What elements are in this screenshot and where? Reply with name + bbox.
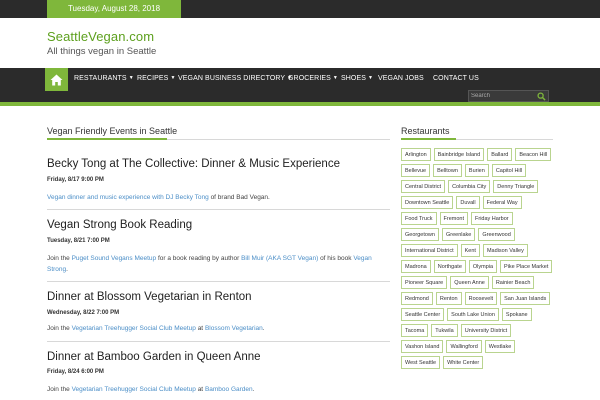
restaurant-tag[interactable]: Spokane xyxy=(501,308,532,321)
restaurant-tag[interactable]: Olympia xyxy=(468,260,498,273)
restaurant-tag[interactable]: Central District xyxy=(401,180,446,193)
restaurant-tag[interactable]: Rainier Beach xyxy=(491,276,535,289)
home-button[interactable] xyxy=(45,68,68,91)
event-description: Join the Vegetarian Treehugger Social Cl… xyxy=(47,386,255,393)
restaurant-tag[interactable]: Seattle Center xyxy=(401,308,445,321)
nav-item-recipes[interactable]: RECIPES ▼ xyxy=(137,75,176,82)
event-divider xyxy=(47,209,390,210)
restaurant-tag[interactable]: Duvall xyxy=(456,196,480,209)
nav-item-restaurants[interactable]: RESTAURANTS ▼ xyxy=(74,75,134,82)
restaurant-tag[interactable]: Pike Place Market xyxy=(500,260,553,273)
restaurant-tag[interactable]: Fremont xyxy=(439,212,468,225)
event-date: Friday, 8/17 9:00 PM xyxy=(47,177,104,183)
chevron-down-icon: ▼ xyxy=(368,75,374,81)
event-description: Vegan dinner and music experience with D… xyxy=(47,194,270,201)
search-icon[interactable] xyxy=(537,92,546,101)
event-title[interactable]: Dinner at Bamboo Garden in Queen Anne xyxy=(47,351,261,363)
search-input[interactable] xyxy=(471,91,535,101)
event-title[interactable]: Becky Tong at The Collective: Dinner & M… xyxy=(47,158,340,170)
restaurant-tag[interactable]: White Center xyxy=(443,356,484,369)
site-title[interactable]: SeattleVegan.com xyxy=(47,29,154,44)
event-description: Join the Puget Sound Vegans Meetup for a… xyxy=(47,255,372,273)
restaurant-tag[interactable]: Madrona xyxy=(401,260,431,273)
event-title[interactable]: Vegan Strong Book Reading xyxy=(47,219,192,231)
restaurant-tag[interactable]: Renton xyxy=(435,292,462,305)
event-date: Tuesday, 8/21 7:00 PM xyxy=(47,238,110,244)
nav-item-vegan-jobs[interactable]: VEGAN JOBS xyxy=(378,75,424,82)
restaurant-tag[interactable]: Greenwood xyxy=(478,228,515,241)
restaurant-tag[interactable]: Columbia City xyxy=(448,180,491,193)
restaurant-tag[interactable]: South Lake Union xyxy=(447,308,499,321)
restaurant-tag[interactable]: Tacoma xyxy=(401,324,429,337)
nav-item-groceries[interactable]: GROCERIES ▼ xyxy=(288,75,338,82)
restaurant-tag[interactable]: Redmond xyxy=(401,292,433,305)
site-description: All things vegan in Seattle xyxy=(47,46,157,57)
event-link[interactable]: Bill Muir (AKA SGT Vegan) xyxy=(241,255,318,262)
restaurant-tag[interactable]: Federal Way xyxy=(482,196,522,209)
restaurant-tag[interactable]: Beacon Hill xyxy=(515,148,552,161)
restaurant-tag[interactable]: Arlington xyxy=(401,148,431,161)
event-date: Friday, 8/24 6:00 PM xyxy=(47,369,104,375)
restaurant-tag[interactable]: Capitol Hill xyxy=(491,164,527,177)
event-link[interactable]: Vegetarian Treehugger Social Club Meetup xyxy=(72,325,196,332)
restaurant-tag[interactable]: Burien xyxy=(464,164,489,177)
restaurant-tag[interactable]: Georgetown xyxy=(401,228,439,241)
restaurant-tag[interactable]: Ballard xyxy=(487,148,513,161)
restaurant-tag[interactable]: International District xyxy=(401,244,458,257)
top-bar: Tuesday, August 28, 2018 xyxy=(0,0,600,18)
restaurant-tag[interactable]: Pioneer Square xyxy=(401,276,448,289)
event-link[interactable]: Vegan dinner and music experience with D… xyxy=(47,194,209,201)
restaurant-tag[interactable]: Bellevue xyxy=(401,164,431,177)
restaurant-tag[interactable]: Westlake xyxy=(484,340,516,353)
restaurant-tag[interactable]: San Juan Islands xyxy=(500,292,551,305)
chevron-down-icon: ▼ xyxy=(332,75,338,81)
restaurant-tag[interactable]: Kent xyxy=(460,244,480,257)
date-badge: Tuesday, August 28, 2018 xyxy=(47,0,181,18)
restaurant-tag[interactable]: Vashon Island xyxy=(401,340,444,353)
chevron-down-icon: ▼ xyxy=(170,75,176,81)
nav-item-contact-us[interactable]: CONTACT US xyxy=(433,75,479,82)
restaurant-tag[interactable]: West Seattle xyxy=(401,356,441,369)
restaurant-tag[interactable]: Queen Anne xyxy=(450,276,489,289)
restaurant-tag[interactable]: Friday Harbor xyxy=(471,212,513,225)
event-date: Wednesday, 8/22 7:00 PM xyxy=(47,310,120,316)
restaurant-tag[interactable]: Denny Triangle xyxy=(493,180,539,193)
restaurant-tag-cloud: Arlington Bainbridge Island Ballard Beacon … xyxy=(401,148,553,369)
restaurant-tag[interactable]: Madison Valley xyxy=(482,244,528,257)
restaurant-tag[interactable]: Tukwila xyxy=(431,324,458,337)
event-link[interactable]: Bamboo Garden xyxy=(205,386,253,393)
nav-item-vegan-business-directory[interactable]: VEGAN BUSINESS DIRECTORY ▼ xyxy=(178,75,292,82)
event-link[interactable]: Vegetarian Treehugger Social Club Meetup xyxy=(72,386,196,393)
restaurant-tag[interactable]: Belltown xyxy=(433,164,462,177)
main-heading: Vegan Friendly Events in Seattle xyxy=(47,126,178,136)
restaurant-tag[interactable]: Downtown Seattle xyxy=(401,196,454,209)
restaurant-tag[interactable]: University District xyxy=(460,324,512,337)
home-icon xyxy=(50,74,63,85)
event-divider xyxy=(47,281,390,282)
restaurant-tag[interactable]: Northgate xyxy=(433,260,466,273)
main-heading-accent xyxy=(47,138,167,140)
sidebar-heading-accent xyxy=(401,138,456,140)
event-link[interactable]: Puget Sound Vegans Meetup xyxy=(72,255,157,262)
event-link[interactable]: Blossom Vegetarian xyxy=(205,325,263,332)
event-title[interactable]: Dinner at Blossom Vegetarian in Renton xyxy=(47,291,252,303)
restaurant-tag[interactable]: Bainbridge Island xyxy=(433,148,485,161)
restaurant-tag[interactable]: Roosevelt xyxy=(464,292,498,305)
nav-item-shoes[interactable]: SHOES ▼ xyxy=(341,75,373,82)
restaurant-tag[interactable]: Greenlake xyxy=(441,228,476,241)
restaurant-tag[interactable]: Wallingford xyxy=(446,340,482,353)
sidebar-heading: Restaurants xyxy=(401,126,450,136)
nav-accent-line xyxy=(0,102,600,106)
event-divider xyxy=(47,341,390,342)
event-description: Join the Vegetarian Treehugger Social Cl… xyxy=(47,325,265,332)
chevron-down-icon: ▼ xyxy=(128,75,134,81)
search-box xyxy=(468,90,549,102)
restaurant-tag[interactable]: Food Truck xyxy=(401,212,437,225)
